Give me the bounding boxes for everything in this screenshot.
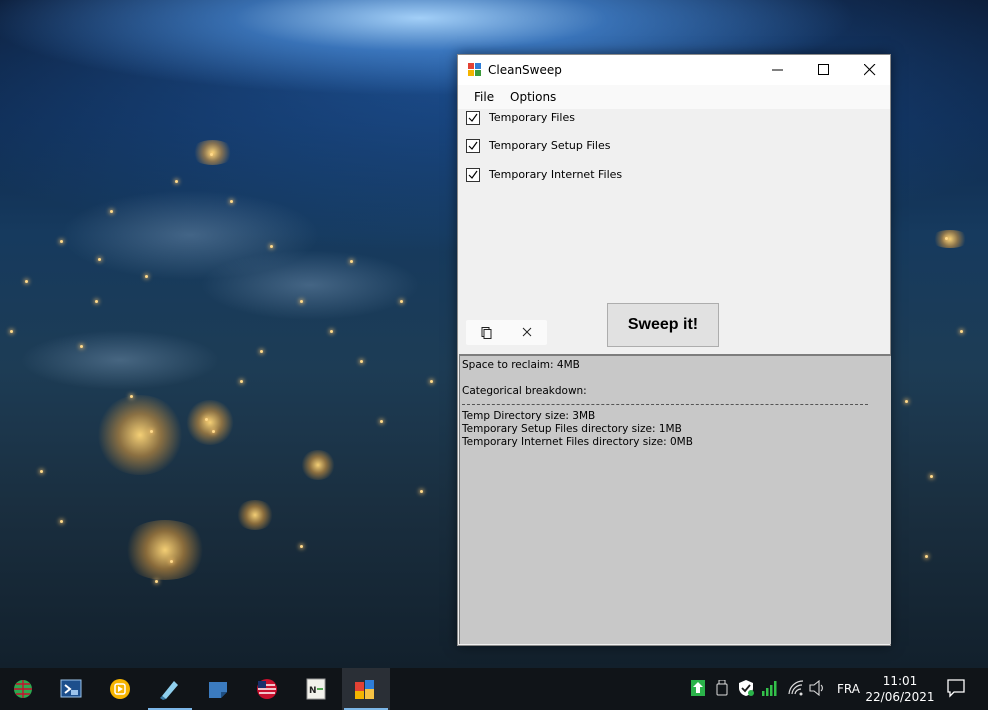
checkbox-label: Temporary Files: [489, 111, 575, 124]
notepadpp-icon: N: [306, 678, 326, 700]
window-title: CleanSweep: [488, 63, 562, 77]
close-icon: [864, 64, 876, 76]
checkbox-box[interactable]: [466, 111, 480, 125]
cleansweep-window: CleanSweep File Options Temporary Files …: [457, 54, 891, 646]
cleansweep-icon: [355, 680, 374, 699]
media-player-icon: [110, 679, 130, 699]
maximize-button[interactable]: [801, 55, 847, 85]
checkmark-icon: [468, 141, 478, 150]
wifi-icon[interactable]: [788, 680, 804, 696]
taskbar-app-media-player[interactable]: [97, 668, 145, 710]
checkbox-box[interactable]: [466, 139, 480, 153]
taskbar-app-notepad-pen[interactable]: [146, 668, 194, 710]
volume-icon[interactable]: [809, 680, 827, 696]
result-line: Temporary Internet Files directory size:…: [462, 436, 693, 448]
breakdown-heading: Categorical breakdown:: [462, 385, 587, 397]
remote-desktop-icon: [60, 679, 82, 698]
clock-time: 11:01: [882, 674, 918, 688]
checkbox-label: Temporary Internet Files: [489, 168, 623, 181]
taskbar-app-globe[interactable]: [0, 668, 48, 710]
menu-options[interactable]: Options: [510, 90, 556, 104]
checkbox-label: Temporary Setup Files: [489, 139, 611, 152]
taskbar-app-cleansweep[interactable]: [342, 668, 390, 710]
minimize-button[interactable]: [755, 55, 801, 85]
results-output-panel: Space to reclaim: 4MB Categorical breakd…: [459, 354, 891, 644]
maximize-icon: [818, 64, 829, 75]
security-shield-icon[interactable]: [738, 680, 754, 696]
menu-bar: File Options: [458, 85, 890, 109]
checkmark-icon: [468, 113, 478, 122]
title-bar[interactable]: CleanSweep: [458, 55, 890, 85]
taskbar-app-sticky-notes[interactable]: [195, 668, 243, 710]
svg-text:N: N: [309, 686, 317, 696]
upload-arrow-icon[interactable]: [691, 680, 705, 696]
close-icon[interactable]: [522, 327, 532, 337]
usb-drive-icon[interactable]: [716, 680, 728, 696]
minimize-icon: [772, 69, 783, 71]
taskbar-clock[interactable]: 11:01 22/06/2021: [864, 673, 936, 705]
floating-mini-toolbar: [466, 320, 547, 345]
taskbar: N FRA 11:01 22/06/2021: [0, 668, 988, 710]
close-button[interactable]: [847, 55, 893, 85]
result-line: Temp Directory size: 3MB: [462, 410, 596, 422]
sweep-button[interactable]: Sweep it!: [607, 303, 719, 347]
taskbar-app-flag[interactable]: [244, 668, 292, 710]
checkbox-box[interactable]: [466, 168, 480, 182]
checkmark-icon: [468, 170, 478, 179]
cleansweep-icon: [468, 63, 481, 76]
flag-app-icon: [257, 679, 277, 699]
input-language-indicator[interactable]: FRA: [837, 682, 860, 696]
separator-line: [462, 404, 868, 405]
clock-date: 22/06/2021: [865, 690, 935, 704]
space-to-reclaim-text: Space to reclaim: 4MB: [462, 359, 580, 371]
result-line: Temporary Setup Files directory size: 1M…: [462, 423, 682, 435]
globe-app-icon: [14, 680, 32, 698]
copy-document-icon[interactable]: [481, 327, 492, 339]
sticky-notes-icon: [209, 682, 227, 698]
notification-center-icon[interactable]: [946, 678, 966, 698]
notepad-pen-icon: [160, 681, 178, 700]
taskbar-app-notepadpp[interactable]: N: [293, 668, 341, 710]
menu-file[interactable]: File: [474, 90, 494, 104]
signal-bars-icon[interactable]: [762, 680, 778, 696]
taskbar-app-remote-desktop[interactable]: [48, 668, 96, 710]
